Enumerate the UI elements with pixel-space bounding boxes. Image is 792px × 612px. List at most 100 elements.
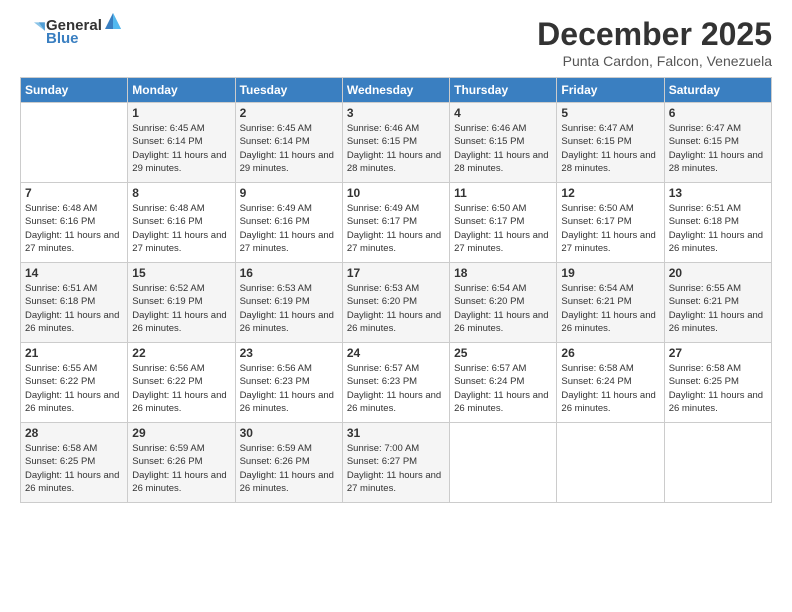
table-row: 7 Sunrise: 6:48 AM Sunset: 6:16 PM Dayli… — [21, 183, 128, 263]
daylight: Daylight: 11 hours and 26 minutes. — [561, 309, 659, 336]
daylight: Daylight: 11 hours and 26 minutes. — [669, 389, 767, 416]
sunset: Sunset: 6:20 PM — [347, 295, 445, 308]
table-row: 3 Sunrise: 6:46 AM Sunset: 6:15 PM Dayli… — [342, 103, 449, 183]
daylight: Daylight: 11 hours and 27 minutes. — [25, 229, 123, 256]
sunset: Sunset: 6:20 PM — [454, 295, 552, 308]
table-row: 8 Sunrise: 6:48 AM Sunset: 6:16 PM Dayli… — [128, 183, 235, 263]
sunset: Sunset: 6:22 PM — [132, 375, 230, 388]
header-row: Sunday Monday Tuesday Wednesday Thursday… — [21, 78, 772, 103]
day-number: 20 — [669, 266, 767, 280]
day-info: Sunrise: 6:55 AM Sunset: 6:21 PM Dayligh… — [669, 282, 767, 335]
sunset: Sunset: 6:23 PM — [240, 375, 338, 388]
sunrise: Sunrise: 6:46 AM — [454, 122, 552, 135]
daylight: Daylight: 11 hours and 28 minutes. — [454, 149, 552, 176]
day-info: Sunrise: 6:49 AM Sunset: 6:17 PM Dayligh… — [347, 202, 445, 255]
day-info: Sunrise: 6:53 AM Sunset: 6:19 PM Dayligh… — [240, 282, 338, 335]
logo-text: General Blue — [46, 16, 124, 47]
daylight: Daylight: 11 hours and 27 minutes. — [347, 229, 445, 256]
sunrise: Sunrise: 6:47 AM — [669, 122, 767, 135]
sunset: Sunset: 6:15 PM — [669, 135, 767, 148]
table-row: 4 Sunrise: 6:46 AM Sunset: 6:15 PM Dayli… — [450, 103, 557, 183]
day-number: 24 — [347, 346, 445, 360]
sunrise: Sunrise: 6:49 AM — [347, 202, 445, 215]
calendar-table: Sunday Monday Tuesday Wednesday Thursday… — [20, 77, 772, 503]
sunset: Sunset: 6:18 PM — [669, 215, 767, 228]
table-row: 24 Sunrise: 6:57 AM Sunset: 6:23 PM Dayl… — [342, 343, 449, 423]
sunrise: Sunrise: 6:48 AM — [25, 202, 123, 215]
daylight: Daylight: 11 hours and 26 minutes. — [240, 389, 338, 416]
daylight: Daylight: 11 hours and 26 minutes. — [132, 389, 230, 416]
day-info: Sunrise: 6:47 AM Sunset: 6:15 PM Dayligh… — [561, 122, 659, 175]
sunset: Sunset: 6:21 PM — [561, 295, 659, 308]
sunrise: Sunrise: 6:52 AM — [132, 282, 230, 295]
sunrise: Sunrise: 6:46 AM — [347, 122, 445, 135]
table-row: 22 Sunrise: 6:56 AM Sunset: 6:22 PM Dayl… — [128, 343, 235, 423]
day-info: Sunrise: 6:54 AM Sunset: 6:21 PM Dayligh… — [561, 282, 659, 335]
daylight: Daylight: 11 hours and 26 minutes. — [25, 309, 123, 336]
sunrise: Sunrise: 6:55 AM — [669, 282, 767, 295]
day-number: 19 — [561, 266, 659, 280]
day-info: Sunrise: 6:50 AM Sunset: 6:17 PM Dayligh… — [561, 202, 659, 255]
day-number: 27 — [669, 346, 767, 360]
sunset: Sunset: 6:18 PM — [25, 295, 123, 308]
table-row: 19 Sunrise: 6:54 AM Sunset: 6:21 PM Dayl… — [557, 263, 664, 343]
sunrise: Sunrise: 6:54 AM — [561, 282, 659, 295]
sunset: Sunset: 6:15 PM — [347, 135, 445, 148]
day-number: 3 — [347, 106, 445, 120]
table-row: 31 Sunrise: 7:00 AM Sunset: 6:27 PM Dayl… — [342, 423, 449, 503]
daylight: Daylight: 11 hours and 26 minutes. — [454, 389, 552, 416]
day-info: Sunrise: 6:51 AM Sunset: 6:18 PM Dayligh… — [669, 202, 767, 255]
sunset: Sunset: 6:23 PM — [347, 375, 445, 388]
sunset: Sunset: 6:14 PM — [240, 135, 338, 148]
daylight: Daylight: 11 hours and 26 minutes. — [132, 309, 230, 336]
table-row: 10 Sunrise: 6:49 AM Sunset: 6:17 PM Dayl… — [342, 183, 449, 263]
sunset: Sunset: 6:15 PM — [454, 135, 552, 148]
sunrise: Sunrise: 6:58 AM — [561, 362, 659, 375]
daylight: Daylight: 11 hours and 28 minutes. — [669, 149, 767, 176]
table-row: 26 Sunrise: 6:58 AM Sunset: 6:24 PM Dayl… — [557, 343, 664, 423]
day-number: 29 — [132, 426, 230, 440]
daylight: Daylight: 11 hours and 27 minutes. — [240, 229, 338, 256]
day-number: 28 — [25, 426, 123, 440]
day-info: Sunrise: 6:56 AM Sunset: 6:22 PM Dayligh… — [132, 362, 230, 415]
sunrise: Sunrise: 6:49 AM — [240, 202, 338, 215]
daylight: Daylight: 11 hours and 26 minutes. — [347, 309, 445, 336]
table-row: 12 Sunrise: 6:50 AM Sunset: 6:17 PM Dayl… — [557, 183, 664, 263]
day-info: Sunrise: 6:57 AM Sunset: 6:23 PM Dayligh… — [347, 362, 445, 415]
sunset: Sunset: 6:17 PM — [347, 215, 445, 228]
daylight: Daylight: 11 hours and 26 minutes. — [240, 309, 338, 336]
sunrise: Sunrise: 6:54 AM — [454, 282, 552, 295]
table-row: 29 Sunrise: 6:59 AM Sunset: 6:26 PM Dayl… — [128, 423, 235, 503]
day-number: 10 — [347, 186, 445, 200]
header-wednesday: Wednesday — [342, 78, 449, 103]
month-title: December 2025 — [537, 16, 772, 53]
day-number: 13 — [669, 186, 767, 200]
sunrise: Sunrise: 6:58 AM — [669, 362, 767, 375]
day-number: 2 — [240, 106, 338, 120]
table-row: 28 Sunrise: 6:58 AM Sunset: 6:25 PM Dayl… — [21, 423, 128, 503]
day-info: Sunrise: 6:52 AM Sunset: 6:19 PM Dayligh… — [132, 282, 230, 335]
header-saturday: Saturday — [664, 78, 771, 103]
sunset: Sunset: 6:22 PM — [25, 375, 123, 388]
day-info: Sunrise: 6:51 AM Sunset: 6:18 PM Dayligh… — [25, 282, 123, 335]
sunset: Sunset: 6:27 PM — [347, 455, 445, 468]
day-info: Sunrise: 6:48 AM Sunset: 6:16 PM Dayligh… — [25, 202, 123, 255]
sunset: Sunset: 6:17 PM — [561, 215, 659, 228]
day-number: 14 — [25, 266, 123, 280]
day-info: Sunrise: 6:54 AM Sunset: 6:20 PM Dayligh… — [454, 282, 552, 335]
day-number: 16 — [240, 266, 338, 280]
table-row: 13 Sunrise: 6:51 AM Sunset: 6:18 PM Dayl… — [664, 183, 771, 263]
day-info: Sunrise: 7:00 AM Sunset: 6:27 PM Dayligh… — [347, 442, 445, 495]
sunrise: Sunrise: 6:59 AM — [240, 442, 338, 455]
table-row: 18 Sunrise: 6:54 AM Sunset: 6:20 PM Dayl… — [450, 263, 557, 343]
day-number: 9 — [240, 186, 338, 200]
table-row: 15 Sunrise: 6:52 AM Sunset: 6:19 PM Dayl… — [128, 263, 235, 343]
daylight: Daylight: 11 hours and 26 minutes. — [669, 229, 767, 256]
day-number: 7 — [25, 186, 123, 200]
sunrise: Sunrise: 6:56 AM — [132, 362, 230, 375]
day-number: 5 — [561, 106, 659, 120]
day-number: 1 — [132, 106, 230, 120]
calendar-header: Sunday Monday Tuesday Wednesday Thursday… — [21, 78, 772, 103]
daylight: Daylight: 11 hours and 26 minutes. — [454, 309, 552, 336]
sunset: Sunset: 6:16 PM — [132, 215, 230, 228]
